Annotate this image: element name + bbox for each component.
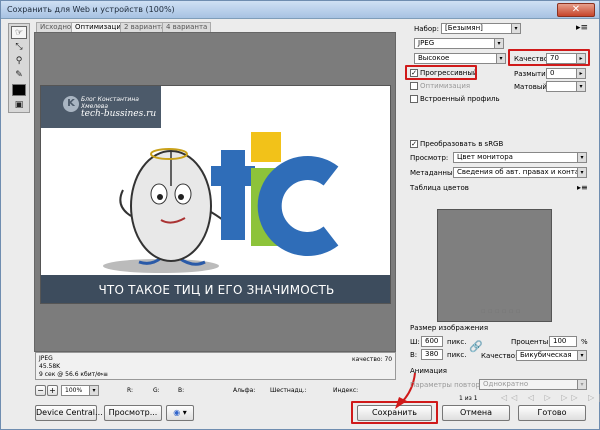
height-unit: пикс. (447, 351, 467, 359)
readout-index: Индекс: (333, 387, 359, 394)
readout-r: R: (127, 387, 134, 394)
width-input[interactable]: 600 (421, 336, 443, 347)
height-value: 380 (425, 350, 439, 358)
icc-option[interactable]: Встроенный профиль (410, 95, 500, 103)
zoom-tool-icon[interactable]: ⚲ (11, 55, 27, 68)
image-size-label: Размер изображения (410, 324, 489, 332)
width-unit: пикс. (447, 338, 467, 346)
close-icon[interactable]: ✕ (557, 3, 595, 17)
percent-value: 100 (553, 337, 567, 345)
info-quality: качество: 70 (352, 356, 393, 363)
eyedropper-color-swatch[interactable] (12, 84, 26, 96)
preview-mode-label: Просмотр: (410, 154, 449, 162)
loop-select[interactable]: Однократно ▾ (479, 379, 587, 390)
image-caption: ЧТО ТАКОЕ ТИЦ И ЕГО ЗНАЧИМОСТЬ (41, 275, 390, 303)
info-time: 9 сек @ 56.6 кбит/с (39, 371, 101, 378)
browser-select-button[interactable]: ◉ ▾ (166, 405, 194, 421)
toolbox: ☞ ⤡ ⚲ ✎ ▣ (8, 23, 30, 113)
preset-value: [Безымян] (445, 24, 483, 32)
optimization-checkbox[interactable] (410, 82, 418, 90)
color-table-label: Таблица цветов (410, 184, 469, 192)
percent-label: Проценты: (511, 338, 551, 346)
preset-label: Набор: (414, 25, 439, 33)
resample-select[interactable]: Бикубическая ▾ (516, 350, 587, 361)
toggle-slices-icon[interactable]: ▣ (11, 99, 27, 112)
matte-select[interactable]: ▾ (546, 81, 586, 92)
readout-g: G: (153, 387, 160, 394)
percent-unit: % (581, 338, 588, 346)
mouse-mascot-illustration: tic (103, 132, 339, 273)
quality-level-select[interactable]: Высокое ▾ (414, 53, 506, 64)
preset-select[interactable]: [Безымян] ▾ (441, 23, 521, 34)
save-for-web-dialog: Сохранить для Web и устройств (100%) ✕ ☞… (0, 0, 600, 430)
quality-highlight (508, 49, 590, 66)
progressive-highlight (405, 65, 477, 80)
animation-controls-icon[interactable]: ◁◁ ◁ ▷ ▷▷ ▷| (501, 393, 600, 402)
frame-counter: 1 из 1 (459, 395, 478, 402)
info-size: 45.58K (39, 363, 61, 370)
settings-panel: Набор: [Безымян] ▾ ▸≡ JPEG ▾ Высокое ▾ Каче… (401, 20, 600, 408)
zoom-out-button[interactable]: − (35, 385, 46, 396)
animation-label: Анимация (410, 367, 448, 375)
blog-title: Блог Константина Хмелева (81, 96, 139, 110)
format-value: JPEG (418, 39, 435, 47)
resample-value: Бикубическая (520, 351, 572, 359)
readout-b: B: (178, 387, 185, 394)
slice-select-tool-icon[interactable]: ⤡ (11, 41, 27, 54)
title-bar: Сохранить для Web и устройств (100%) ✕ (1, 1, 599, 19)
blur-input[interactable]: 0 ▸ (546, 68, 586, 79)
color-table-tools-icon[interactable]: ▫ ▫ ▫ ▫ ▫ ▫ (481, 307, 521, 315)
srgb-option[interactable]: ✓ Преобразовать в sRGB (410, 140, 503, 148)
icc-checkbox[interactable] (410, 95, 418, 103)
zoom-in-button[interactable]: + (47, 385, 58, 396)
zoom-level-value: 100% (65, 387, 83, 394)
metadata-label: Метаданные: (410, 169, 460, 177)
browser-icon: ◉ (173, 408, 181, 417)
device-central-button[interactable]: Device Central... (35, 405, 103, 421)
optimization-label: Оптимизация (420, 82, 471, 90)
metadata-value: Сведения об авт. правах и контакты (457, 168, 587, 176)
preview-canvas[interactable]: K Блог Константина Хмелева tech-bussines… (34, 32, 396, 352)
panel-menu-icon[interactable]: ▸≡ (576, 23, 588, 33)
blur-value: 0 (550, 69, 555, 77)
optimization-info: JPEG 45.58K 9 сек @ 56.6 кбит/с ⇒≡ качес… (35, 352, 396, 380)
width-label: Ш: (410, 338, 420, 346)
icc-label: Встроенный профиль (420, 95, 500, 103)
zoom-readout-bar: − + 100% ▾ R: G: B: Альфа: Шестнадц.: Инд… (35, 385, 396, 399)
height-label: В: (410, 351, 418, 359)
format-select[interactable]: JPEG ▾ (414, 38, 504, 49)
preview-mode-select[interactable]: Цвет монитора ▾ (453, 152, 587, 163)
metadata-select[interactable]: Сведения об авт. правах и контакты ▾ (453, 167, 587, 178)
word-text: tic (251, 264, 253, 267)
resample-label: Качество: (481, 352, 518, 360)
info-format: JPEG (39, 355, 53, 362)
eyedropper-tool-icon[interactable]: ✎ (11, 69, 27, 82)
tab-4-up[interactable]: 4 варианта (162, 22, 212, 32)
color-table[interactable] (437, 209, 552, 322)
srgb-checkbox[interactable]: ✓ (410, 140, 418, 148)
zoom-level-select[interactable]: 100% ▾ (61, 385, 99, 396)
blog-logo: K (63, 96, 79, 112)
preview-button[interactable]: Просмотр... (104, 405, 162, 421)
info-speed-menu-icon[interactable]: ⇒≡ (98, 371, 108, 378)
readout-hex: Шестнадц.: (270, 387, 307, 394)
window-title: Сохранить для Web и устройств (100%) (7, 5, 175, 14)
width-value: 600 (425, 337, 439, 345)
readout-alpha: Альфа: (233, 387, 256, 394)
hand-tool-icon[interactable]: ☞ (11, 26, 27, 39)
percent-input[interactable]: 100 (549, 336, 577, 347)
loop-value: Однократно (483, 380, 529, 388)
srgb-label: Преобразовать в sRGB (420, 140, 504, 148)
color-table-menu-icon[interactable]: ▸≡ (577, 183, 588, 192)
height-input[interactable]: 380 (421, 349, 443, 360)
matte-label: Матовый: (514, 83, 550, 91)
optimization-option[interactable]: Оптимизация (410, 82, 470, 90)
preview-image: K Блог Константина Хмелева tech-bussines… (40, 85, 391, 304)
preview-mode-value: Цвет монитора (457, 153, 513, 161)
quality-level-value: Высокое (418, 54, 450, 62)
